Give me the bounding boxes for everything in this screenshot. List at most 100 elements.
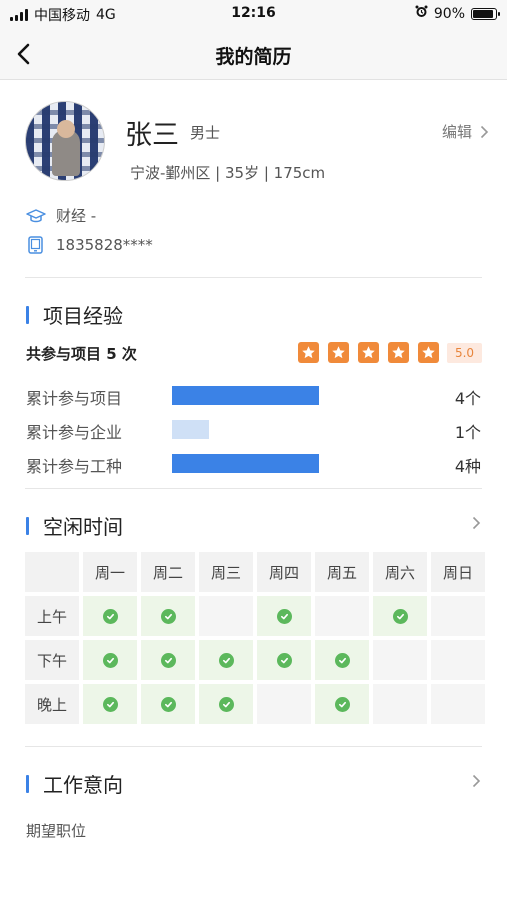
check-icon [160, 652, 176, 668]
check-icon [160, 608, 176, 624]
check-icon [218, 652, 234, 668]
slot-empty[interactable] [431, 684, 485, 724]
day-header: 周日 [431, 552, 485, 592]
profile-name: 张三 [125, 120, 179, 151]
stat-bar-fill [172, 420, 210, 439]
slot-available[interactable] [257, 596, 311, 636]
page-title: 我的简历 [215, 46, 292, 68]
stat-bar-track [172, 420, 392, 439]
section-title-job-intention[interactable]: 工作意向 [26, 769, 123, 798]
profile-meta: 宁波-鄞州区 | 35岁 | 175cm [130, 164, 326, 182]
section-title-free-time[interactable]: 空闲时间 [26, 511, 123, 540]
check-icon [102, 696, 118, 712]
rating-score: 5.0 [447, 343, 482, 363]
slot-empty[interactable] [373, 684, 427, 724]
period-header: 上午 [25, 596, 79, 636]
stat-bar-fill [172, 386, 320, 405]
grid-corner [25, 552, 79, 592]
section-title-project: 项目经验 [26, 300, 123, 329]
slot-available[interactable] [199, 684, 253, 724]
star-icon [388, 342, 409, 363]
section-title-text: 工作意向 [43, 773, 123, 797]
battery-percent: 90% [433, 5, 465, 22]
slot-available[interactable] [141, 684, 195, 724]
slot-available[interactable] [373, 596, 427, 636]
section-accent-bar [26, 305, 29, 324]
chevron-right-icon [480, 125, 489, 138]
slot-available[interactable] [199, 640, 253, 680]
slot-available[interactable] [141, 596, 195, 636]
check-icon [102, 652, 118, 668]
day-header: 周二 [141, 552, 195, 592]
slot-available[interactable] [83, 684, 137, 724]
stat-label: 累计参与项目 [26, 389, 123, 408]
divider [25, 277, 482, 278]
edit-profile-button[interactable]: 编辑 [442, 121, 489, 142]
period-header: 下午 [25, 640, 79, 680]
stat-value: 4个 [454, 389, 481, 408]
section-title-text: 项目经验 [43, 304, 123, 328]
status-right: 90% [415, 5, 500, 22]
section-accent-bar [26, 516, 29, 535]
slot-empty[interactable] [199, 596, 253, 636]
phone-text: 1835828**** [56, 236, 153, 254]
stat-bar-track [172, 386, 392, 405]
divider [25, 488, 482, 489]
phone-icon [28, 236, 43, 254]
status-bar: 中国移动 4G 12:16 90% [0, 0, 507, 28]
slot-available[interactable] [141, 640, 195, 680]
star-icon [358, 342, 379, 363]
slot-empty[interactable] [257, 684, 311, 724]
check-icon [276, 608, 292, 624]
slot-empty[interactable] [315, 596, 369, 636]
day-header: 周四 [257, 552, 311, 592]
battery-icon [471, 7, 500, 20]
day-header: 周一 [83, 552, 137, 592]
education-text: 财经 - [56, 207, 97, 225]
slot-empty[interactable] [431, 640, 485, 680]
divider [25, 746, 482, 747]
stat-value: 4种 [454, 457, 481, 476]
slot-empty[interactable] [373, 640, 427, 680]
star-icon [298, 342, 319, 363]
nav-bar: 我的简历 [0, 28, 507, 80]
check-icon [392, 608, 408, 624]
day-header: 周六 [373, 552, 427, 592]
alarm-icon [415, 5, 428, 22]
stat-bar-fill [172, 454, 320, 473]
project-summary: 共参与项目 5 次 [26, 345, 137, 363]
slot-available[interactable] [83, 596, 137, 636]
stat-value: 1个 [454, 423, 481, 442]
check-icon [334, 696, 350, 712]
check-icon [334, 652, 350, 668]
day-header: 周三 [199, 552, 253, 592]
stat-label: 累计参与工种 [26, 457, 123, 476]
slot-empty[interactable] [431, 596, 485, 636]
chevron-right-icon[interactable] [472, 516, 481, 530]
slot-available[interactable] [315, 684, 369, 724]
stat-bar-track [172, 454, 392, 473]
avatar-head-shape [57, 120, 75, 138]
avatar[interactable] [25, 101, 105, 181]
expected-position-label: 期望职位 [26, 822, 87, 840]
profile-gender: 男士 [190, 124, 221, 142]
graduation-cap-icon [26, 208, 46, 222]
chevron-right-icon[interactable] [472, 774, 481, 788]
stat-label: 累计参与企业 [26, 423, 123, 442]
slot-available[interactable] [315, 640, 369, 680]
rating-stars [298, 342, 439, 363]
battery-level [473, 9, 493, 18]
star-icon [418, 342, 439, 363]
star-icon [328, 342, 349, 363]
day-header: 周五 [315, 552, 369, 592]
check-icon [160, 696, 176, 712]
check-icon [218, 696, 234, 712]
slot-available[interactable] [83, 640, 137, 680]
check-icon [102, 608, 118, 624]
slot-available[interactable] [257, 640, 311, 680]
education-row: 财经 - [26, 205, 96, 226]
section-accent-bar [26, 774, 29, 793]
edit-label: 编辑 [441, 123, 472, 141]
period-header: 晚上 [25, 684, 79, 724]
section-title-text: 空闲时间 [43, 515, 123, 539]
